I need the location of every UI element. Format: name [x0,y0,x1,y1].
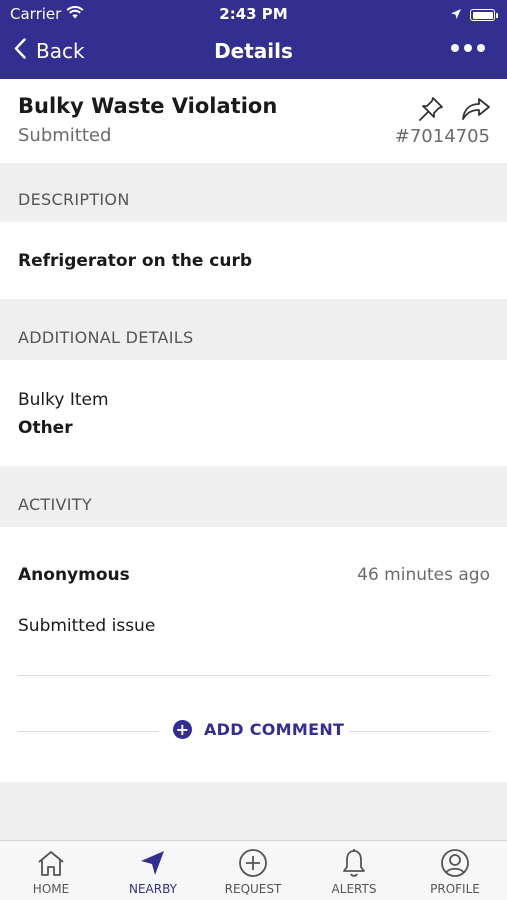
tab-home[interactable]: HOME [1,847,101,896]
activity-header: ACTIVITY [18,495,92,514]
navigation-bar: Back Details [0,28,507,79]
detail-value: Other [18,418,73,438]
location-arrow-icon [450,6,462,24]
additional-details-card: Bulky Item Other [0,360,507,466]
battery-icon [470,9,498,21]
tab-profile[interactable]: PROFILE [405,847,505,896]
status-right [450,6,498,24]
description-card: Refrigerator on the curb [0,222,507,299]
description-header: DESCRIPTION [18,190,130,209]
user-icon [405,847,505,879]
home-icon [1,847,101,879]
activity-author: Anonymous [18,565,130,585]
tab-bar: HOME NEARBY REQUEST ALERTS PROFILE [0,840,507,900]
additional-details-header: ADDITIONAL DETAILS [18,328,194,347]
activity-card: Anonymous 46 minutes ago Submitted issue… [0,527,507,782]
tab-request[interactable]: REQUEST [203,847,303,896]
issue-title: Bulky Waste Violation [18,94,278,118]
plus-circle-icon [203,847,303,879]
divider [18,731,159,732]
detail-label: Bulky Item [18,390,109,410]
add-comment-label: ADD COMMENT [204,720,345,739]
add-comment-button[interactable]: + ADD COMMENT [173,720,344,739]
issue-header: Bulky Waste Violation Submitted #7014705 [0,79,507,163]
tab-label: REQUEST [224,882,282,896]
tab-label: HOME [32,882,70,896]
status-bar: Carrier 2:43 PM [0,0,507,28]
description-text: Refrigerator on the curb [18,251,252,271]
top-bar: Carrier 2:43 PM Back Details [0,0,507,79]
divider [349,731,490,732]
pin-icon[interactable] [417,95,445,127]
tab-label: ALERTS [331,882,377,896]
tab-nearby[interactable]: NEARBY [103,847,203,896]
divider [18,675,490,676]
status-time: 2:43 PM [219,5,288,23]
tab-label: PROFILE [430,882,480,896]
share-icon[interactable] [461,95,491,127]
activity-text: Submitted issue [18,616,156,636]
navigation-arrow-icon [103,847,203,879]
issue-status: Submitted [18,125,112,146]
activity-time: 46 minutes ago [357,565,490,585]
issue-actions [417,95,491,127]
add-comment-row: + ADD COMMENT [18,720,490,744]
page-title: Details [214,39,293,63]
tab-alerts[interactable]: ALERTS [304,847,404,896]
issue-id: #7014705 [394,126,490,147]
bell-icon [304,847,404,879]
tab-label: NEARBY [128,882,177,896]
plus-circle-icon: + [173,720,192,739]
more-icon[interactable] [451,44,485,52]
